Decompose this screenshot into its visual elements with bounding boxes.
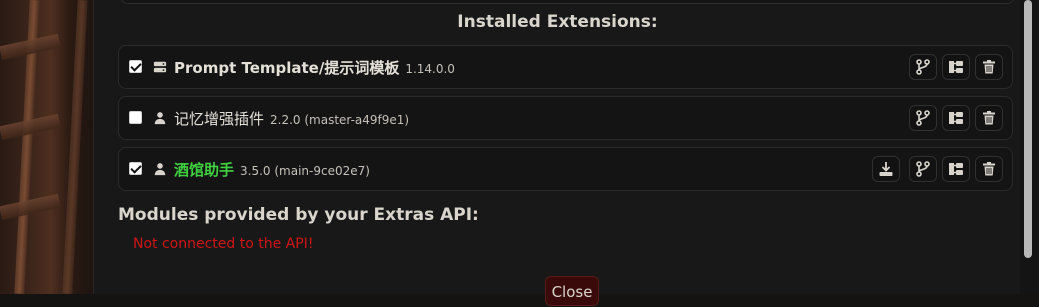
scrollbar-thumb[interactable] [1024, 0, 1032, 258]
api-status-message: Not connected to the API! [133, 236, 314, 252]
folder-tree-icon [949, 61, 963, 73]
branch-button[interactable] [909, 156, 937, 182]
download-icon [879, 162, 893, 176]
folder-tree-icon [949, 163, 963, 175]
trash-icon [983, 60, 995, 74]
move-button[interactable] [942, 105, 970, 131]
extension-name-text: 记忆增强插件 [174, 110, 265, 128]
extension-version: 2.2.0 (master-a49f9e1) [270, 113, 410, 127]
installed-extensions-heading: Installed Extensions: [457, 12, 658, 32]
extension-enable-checkbox[interactable] [129, 111, 142, 124]
code-branch-icon [916, 110, 930, 126]
move-button[interactable] [942, 156, 970, 182]
extension-version: 3.5.0 (main-9ce02e7) [240, 164, 370, 178]
extension-row-tavern-helper: 酒馆助手 3.5.0 (main-9ce02e7) [118, 147, 1013, 191]
delete-button[interactable] [975, 156, 1003, 182]
extension-version: 1.14.0.0 [405, 62, 455, 76]
close-button[interactable]: Close [545, 276, 599, 306]
delete-button[interactable] [975, 54, 1003, 80]
folder-tree-icon [949, 112, 963, 124]
branch-button[interactable] [909, 105, 937, 131]
extension-name-text: 酒馆助手 [174, 161, 235, 179]
extensions-dialog: Installed Extensions: Prompt Template/提示… [93, 0, 1021, 306]
extension-enable-checkbox[interactable] [129, 162, 142, 175]
delete-button[interactable] [975, 105, 1003, 131]
background-chair-post [62, 0, 88, 294]
background-chair-slat [0, 193, 61, 221]
code-branch-icon [916, 161, 930, 177]
code-branch-icon [916, 59, 930, 75]
background-image [0, 0, 93, 294]
server-icon [153, 61, 167, 73]
extension-name: 酒馆助手 3.5.0 (main-9ce02e7) [174, 159, 370, 180]
previous-card-edge [120, 0, 1015, 4]
extension-name: Prompt Template/提示词模板 1.14.0.0 [174, 57, 455, 78]
user-icon [154, 112, 166, 125]
user-icon [154, 163, 166, 176]
branch-button[interactable] [909, 54, 937, 80]
trash-icon [983, 111, 995, 125]
extension-row-memory-plugin: 记忆增强插件 2.2.0 (master-a49f9e1) [118, 96, 1013, 140]
extension-enable-checkbox[interactable] [129, 60, 142, 73]
update-button[interactable] [872, 156, 900, 182]
extension-row-prompt-template: Prompt Template/提示词模板 1.14.0.0 [118, 45, 1013, 89]
extension-name-text: Prompt Template/提示词模板 [174, 59, 400, 77]
move-button[interactable] [942, 54, 970, 80]
extras-modules-heading: Modules provided by your Extras API: [118, 205, 479, 225]
trash-icon [983, 162, 995, 176]
extension-name: 记忆增强插件 2.2.0 (master-a49f9e1) [174, 108, 409, 129]
